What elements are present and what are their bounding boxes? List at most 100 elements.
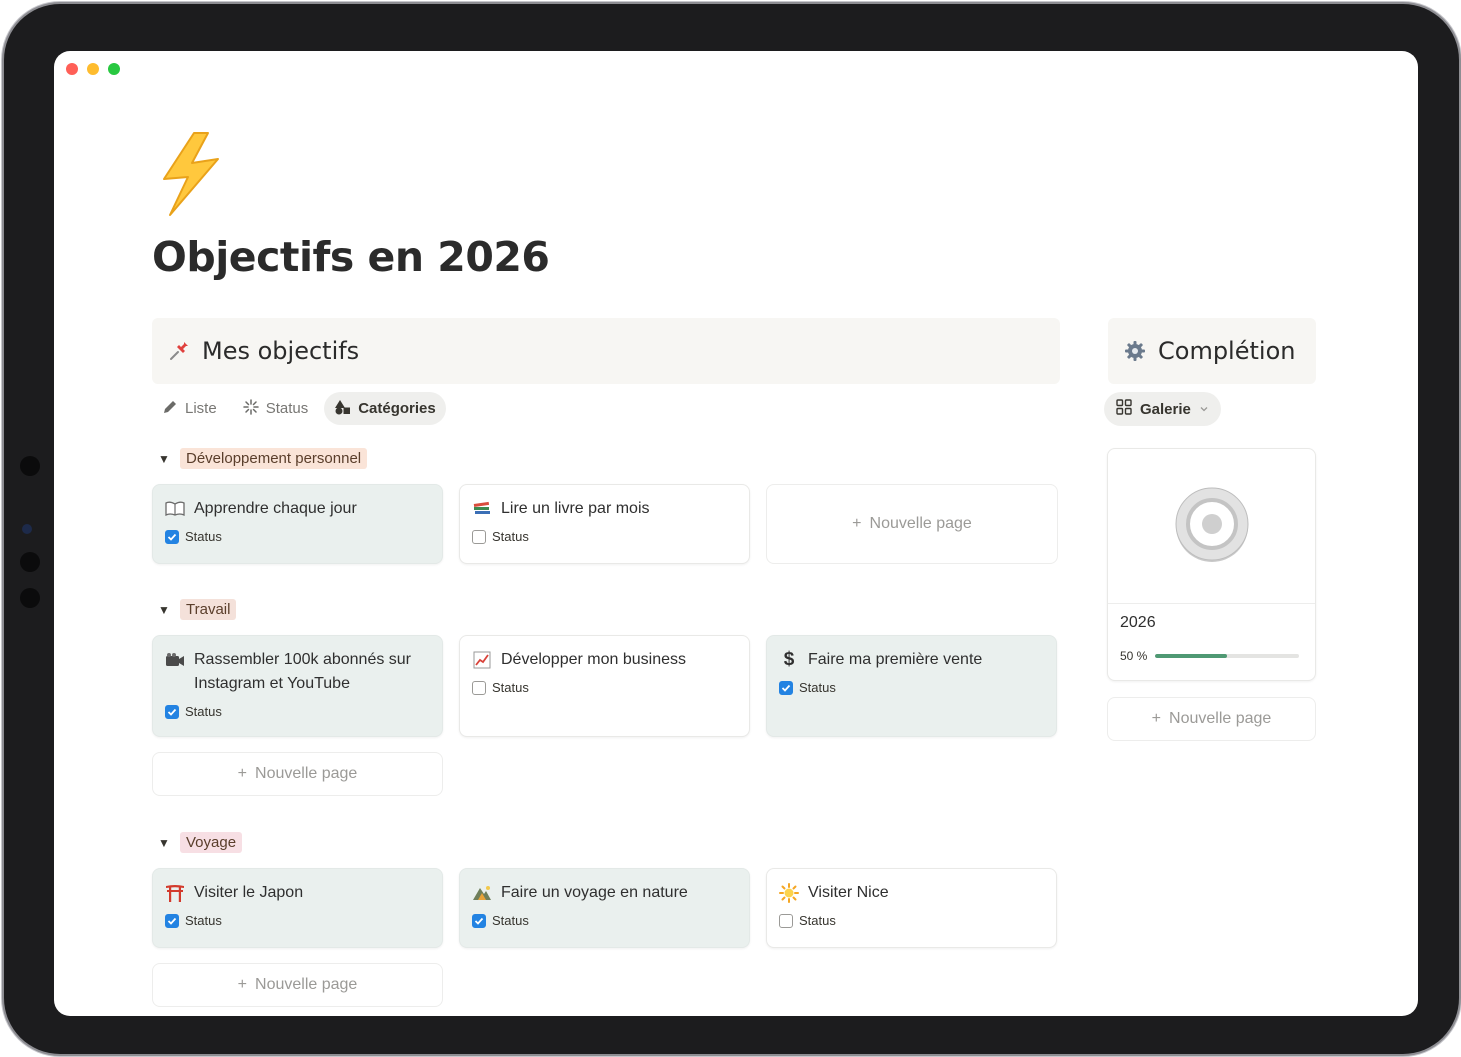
tab-status[interactable]: Status xyxy=(233,392,319,425)
sensor-dot xyxy=(20,552,40,572)
plus-icon: + xyxy=(1151,710,1162,727)
window-controls xyxy=(66,63,120,75)
plus-icon: + xyxy=(237,976,248,993)
completion-heading: Complétion xyxy=(1158,337,1296,365)
camera-lens xyxy=(22,524,32,534)
status-label: Status xyxy=(799,913,836,928)
shapes-icon xyxy=(334,399,351,419)
new-page-label: Nouvelle page xyxy=(1169,710,1272,727)
group-tag: Travail xyxy=(180,599,237,620)
new-page-label: Nouvelle page xyxy=(255,976,358,993)
progress-label: 50 % xyxy=(1120,649,1148,663)
collapse-triangle-icon[interactable]: ▼ xyxy=(158,603,170,617)
status-label: Status xyxy=(185,913,222,928)
gallery-view-dropdown[interactable]: Galerie xyxy=(1104,392,1221,426)
status-checkbox[interactable] xyxy=(472,913,486,928)
objectives-callout: Mes objectifs xyxy=(152,318,1060,384)
tab-label: Liste xyxy=(185,400,217,417)
new-page-button[interactable]: + Nouvelle page xyxy=(766,484,1058,564)
target-ring-icon xyxy=(1172,484,1252,569)
new-page-label: Nouvelle page xyxy=(869,515,972,532)
gallery-card-title: 2026 xyxy=(1120,614,1156,631)
status-checkbox[interactable] xyxy=(472,680,486,695)
status-label: Status xyxy=(492,680,529,695)
card-title: Faire un voyage en nature xyxy=(501,884,688,901)
gallery-view-label: Galerie xyxy=(1140,400,1191,418)
plus-icon: + xyxy=(852,515,862,532)
card-title: Visiter Nice xyxy=(808,884,889,901)
progress-bar xyxy=(1155,654,1300,658)
sensor-dot xyxy=(20,456,40,476)
grid-icon xyxy=(1116,399,1132,419)
status-checkbox[interactable] xyxy=(165,913,179,928)
group-tag: Développement personnel xyxy=(180,448,368,469)
objective-card[interactable]: Développer mon business Status xyxy=(459,635,750,737)
gallery-card[interactable]: 2026 50 % xyxy=(1107,448,1316,681)
view-tabs: Liste Status Catégories xyxy=(152,392,446,425)
tab-categories[interactable]: Catégories xyxy=(324,392,446,425)
video-camera-icon xyxy=(165,648,185,672)
tab-liste[interactable]: Liste xyxy=(152,392,227,425)
objectives-heading: Mes objectifs xyxy=(202,337,360,365)
sun-icon xyxy=(779,881,799,905)
status-checkbox[interactable] xyxy=(165,529,179,544)
group-header-voyage[interactable]: ▼ Voyage xyxy=(158,832,243,853)
card-title: Apprendre chaque jour xyxy=(194,500,357,517)
tab-label: Status xyxy=(265,400,309,417)
collapse-triangle-icon[interactable]: ▼ xyxy=(158,452,170,466)
zoom-window-button[interactable] xyxy=(108,63,120,75)
collapse-triangle-icon[interactable]: ▼ xyxy=(158,836,170,850)
objective-card[interactable]: $ Faire ma première vente Status xyxy=(766,635,1057,737)
status-label: Status xyxy=(185,529,222,544)
sensor-dot xyxy=(20,588,40,608)
page-title[interactable]: Objectifs en 2026 xyxy=(152,233,550,281)
card-title: Visiter le Japon xyxy=(194,884,304,901)
open-book-icon xyxy=(165,497,185,521)
new-page-label: Nouvelle page xyxy=(255,765,358,782)
status-checkbox[interactable] xyxy=(165,704,179,719)
objective-card[interactable]: Rassembler 100k abonnés sur Instagram et… xyxy=(152,635,443,737)
chevron-down-icon xyxy=(1199,401,1209,418)
card-title: Développer mon business xyxy=(501,651,686,668)
status-label: Status xyxy=(492,913,529,928)
books-icon xyxy=(472,497,492,521)
minimize-window-button[interactable] xyxy=(87,63,99,75)
objective-card[interactable]: Visiter le Japon Status xyxy=(152,868,443,948)
status-label: Status xyxy=(799,680,836,695)
chart-up-icon xyxy=(472,648,492,672)
card-title: Lire un livre par mois xyxy=(501,500,650,517)
tablet-frame: Objectifs en 2026 Mes objectifs Liste St… xyxy=(4,4,1459,1054)
group-header-travail[interactable]: ▼ Travail xyxy=(158,599,237,620)
sparkle-loading-icon xyxy=(242,398,259,419)
lightning-icon[interactable] xyxy=(152,129,232,219)
objective-card[interactable]: Apprendre chaque jour Status xyxy=(152,484,443,564)
new-page-button[interactable]: + Nouvelle page xyxy=(152,752,443,796)
status-label: Status xyxy=(185,704,222,719)
camping-icon xyxy=(472,881,492,905)
app-window: Objectifs en 2026 Mes objectifs Liste St… xyxy=(54,51,1418,1016)
tab-label: Catégories xyxy=(358,400,436,417)
new-page-button[interactable]: + Nouvelle page xyxy=(152,963,443,1007)
new-page-button[interactable]: + Nouvelle page xyxy=(1107,697,1316,741)
completion-callout: Complétion xyxy=(1108,318,1316,384)
group-tag: Voyage xyxy=(180,832,243,853)
group-header-developpement[interactable]: ▼ Développement personnel xyxy=(158,448,368,469)
plus-icon: + xyxy=(237,765,248,782)
card-title: Rassembler 100k abonnés sur Instagram et… xyxy=(194,651,412,692)
status-checkbox[interactable] xyxy=(779,913,793,928)
dollar-icon: $ xyxy=(783,649,795,670)
pencil-icon xyxy=(162,399,178,419)
gallery-card-cover xyxy=(1108,449,1315,604)
pushpin-icon xyxy=(168,340,190,362)
card-title: Faire ma première vente xyxy=(808,651,983,668)
close-window-button[interactable] xyxy=(66,63,78,75)
progress-row: 50 % xyxy=(1120,649,1300,663)
objective-card[interactable]: Lire un livre par mois Status xyxy=(459,484,750,564)
status-label: Status xyxy=(492,529,529,544)
status-checkbox[interactable] xyxy=(472,529,486,544)
status-checkbox[interactable] xyxy=(779,680,793,695)
torii-icon xyxy=(165,881,185,905)
gear-icon xyxy=(1124,340,1146,362)
objective-card[interactable]: Visiter Nice Status xyxy=(766,868,1057,948)
objective-card[interactable]: Faire un voyage en nature Status xyxy=(459,868,750,948)
